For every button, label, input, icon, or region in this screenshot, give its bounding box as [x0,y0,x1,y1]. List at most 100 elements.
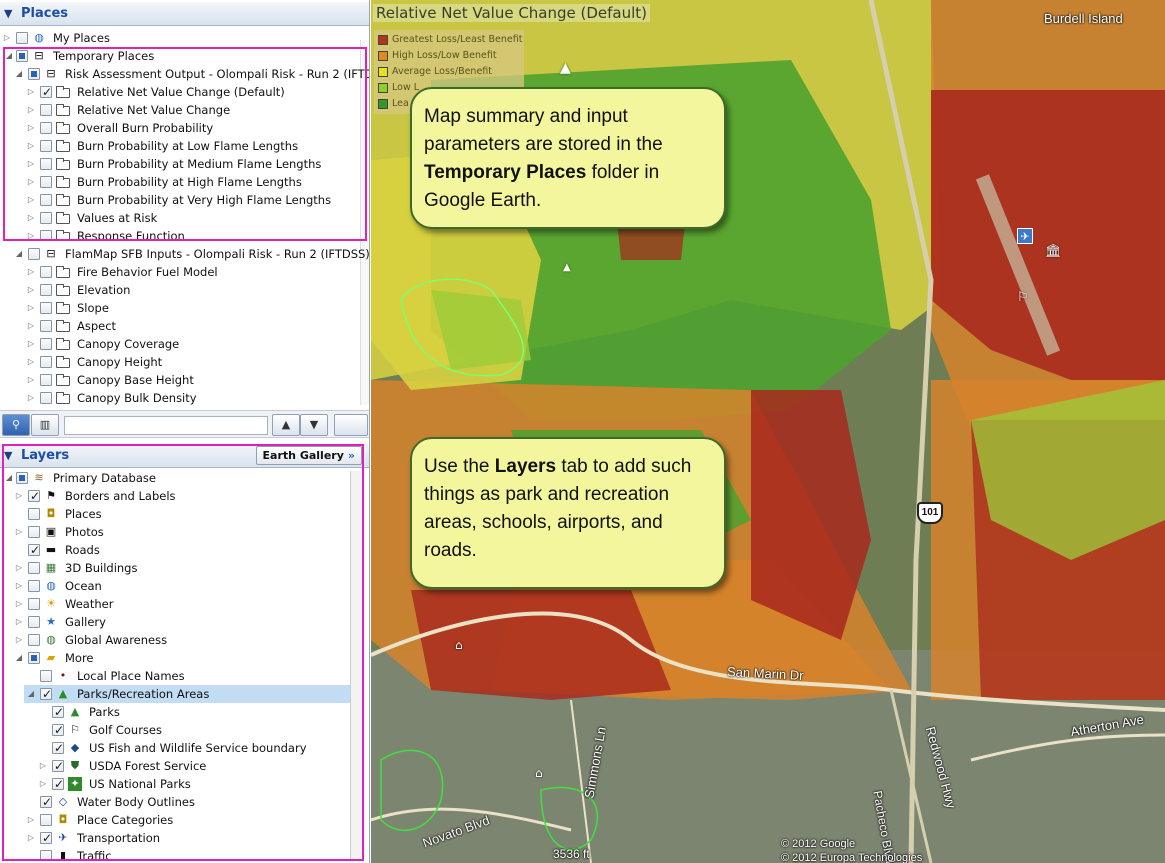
layers-panel-header[interactable]: ▼ Layers Earth Gallery» [0,444,369,468]
layer-item-local-place-names[interactable]: • Local Place Names [0,667,350,685]
layer-item-water-body-outlines[interactable]: ◇ Water Body Outlines [0,793,350,811]
expand-icon[interactable]: ▷ [26,335,36,353]
expand-icon[interactable]: ▷ [2,29,12,47]
checkbox[interactable] [40,685,52,703]
layer-item-3d-buildings[interactable]: ▷ ▦ 3D Buildings [0,559,350,577]
expand-icon[interactable]: ▷ [26,155,36,173]
collapse-icon[interactable]: ◢ [26,685,36,703]
expand-icon[interactable]: ▷ [14,523,24,541]
checkbox[interactable] [40,392,52,404]
layer-item-gallery[interactable]: ▷ ★ Gallery [0,613,350,631]
tree-item-aspect[interactable]: ▷ Aspect [0,317,360,335]
expand-icon[interactable]: ▷ [14,613,24,631]
layer-item-roads[interactable]: ▬ Roads [0,541,350,559]
tree-item-relative-net-value-change-default[interactable]: ▷ Relative Net Value Change (Default) [0,83,360,101]
tree-item-overall-burn-probability[interactable]: ▷ Overall Burn Probability [0,119,360,137]
expand-icon[interactable]: ▷ [14,487,24,505]
checkbox[interactable] [28,541,40,559]
layer-item-primary-database[interactable]: ◢ ≋ Primary Database [0,469,350,487]
collapse-icon[interactable]: ◢ [4,47,14,65]
checkbox[interactable] [16,472,28,484]
place-icon[interactable]: ⌂ [455,638,463,652]
tree-item-my-places[interactable]: ▷ ◍ My Places [0,29,360,47]
checkbox[interactable] [40,83,52,101]
expand-icon[interactable]: ▷ [14,631,24,649]
museum-icon[interactable]: 🏛 [1045,244,1062,259]
layer-item-parks-recreation-areas[interactable]: ◢ ▲ Parks/Recreation Areas [24,685,350,703]
airport-icon[interactable]: ✈ [1017,228,1033,244]
checkbox[interactable] [40,176,52,188]
checkbox[interactable] [40,356,52,368]
expand-icon[interactable]: ▷ [26,227,36,239]
checkbox[interactable] [40,374,52,386]
collapse-icon[interactable]: ◢ [4,469,14,487]
layer-item-places[interactable]: ◘ Places [0,505,350,523]
tree-item-temporary-places[interactable]: ◢ ⊟ Temporary Places [0,47,360,65]
expand-icon[interactable]: ▷ [14,559,24,577]
tree-item-flammap-sfb-inputs[interactable]: ◢ ⊟ FlamMap SFB Inputs - Olompali Risk -… [0,245,369,263]
checkbox[interactable] [40,194,52,206]
collapse-arrow-icon[interactable]: ▼ [4,449,12,462]
places-search-input[interactable] [64,416,268,435]
move-up-button[interactable]: ▲ [272,414,300,436]
tree-item-burn-probability-low[interactable]: ▷ Burn Probability at Low Flame Lengths [0,137,360,155]
checkbox[interactable] [16,32,28,44]
checkbox[interactable] [28,580,40,592]
park-tree-icon[interactable]: ▲ [560,60,571,76]
expand-icon[interactable]: ▷ [26,317,36,335]
checkbox[interactable] [28,248,40,260]
places-panel-header[interactable]: ▼ Places [0,2,369,26]
golf-flag-icon[interactable]: ⚐ [1017,290,1029,305]
checkbox[interactable] [28,508,40,520]
checkbox[interactable] [40,212,52,224]
tree-item-relative-net-value-change[interactable]: ▷ Relative Net Value Change [0,101,360,119]
tree-item-canopy-bulk-density[interactable]: ▷ Canopy Bulk Density [0,389,360,407]
tree-item-values-at-risk[interactable]: ▷ Values at Risk [0,209,360,227]
tree-item-slope[interactable]: ▷ Slope [0,299,360,317]
checkbox[interactable] [52,757,64,775]
layer-item-place-categories[interactable]: ▷ ◘ Place Categories [0,811,350,829]
tree-item-canopy-height[interactable]: ▷ Canopy Height [0,353,360,371]
layer-item-ocean[interactable]: ▷ ◍ Ocean [0,577,350,595]
places-menu-button[interactable] [334,414,368,436]
expand-icon[interactable]: ▷ [26,353,36,371]
layers-scrollbar[interactable] [350,471,361,859]
tree-item-burn-probability-medium[interactable]: ▷ Burn Probability at Medium Flame Lengt… [0,155,360,173]
panel-toggle-button[interactable]: ▥ [31,414,59,436]
expand-icon[interactable]: ▷ [26,191,36,209]
checkbox[interactable] [28,652,40,664]
checkbox[interactable] [40,158,52,170]
checkbox[interactable] [28,68,40,80]
expand-icon[interactable]: ▷ [26,101,36,119]
checkbox[interactable] [40,320,52,332]
tree-item-response-function[interactable]: ▷ Response Function [0,227,360,239]
expand-icon[interactable]: ▷ [26,137,36,155]
checkbox[interactable] [40,104,52,116]
checkbox[interactable] [40,670,52,682]
expand-icon[interactable]: ▷ [26,389,36,407]
checkbox[interactable] [52,721,64,739]
collapse-icon[interactable]: ◢ [14,65,24,83]
tree-item-canopy-base-height[interactable]: ▷ Canopy Base Height [0,371,360,389]
expand-icon[interactable]: ▷ [26,299,36,317]
expand-icon[interactable]: ▷ [38,757,48,775]
expand-icon[interactable]: ▷ [26,281,36,299]
place-icon[interactable]: ⌂ [535,766,543,780]
expand-icon[interactable]: ▷ [26,829,36,847]
layer-item-parks[interactable]: ▲ Parks [0,703,350,721]
collapse-arrow-icon[interactable]: ▼ [4,7,12,20]
tree-item-risk-assessment-output[interactable]: ◢ ⊟ Risk Assessment Output - Olompali Ri… [0,65,369,83]
expand-icon[interactable]: ▷ [14,577,24,595]
park-tree-icon[interactable]: ▲ [563,262,571,273]
checkbox[interactable] [40,122,52,134]
checkbox[interactable] [52,739,64,757]
layer-item-photos[interactable]: ▷ ▣ Photos [0,523,350,541]
collapse-icon[interactable]: ◢ [14,649,24,667]
map-view[interactable]: Relative Net Value Change (Default) Grea… [371,0,1165,863]
move-down-button[interactable]: ▼ [300,414,328,436]
checkbox[interactable] [40,302,52,314]
layer-item-us-fish-wildlife[interactable]: ◆ US Fish and Wildlife Service boundary [0,739,350,757]
layer-item-us-national-parks[interactable]: ▷ ✦ US National Parks [0,775,350,793]
expand-icon[interactable]: ▷ [38,775,48,793]
expand-icon[interactable]: ▷ [26,263,36,281]
